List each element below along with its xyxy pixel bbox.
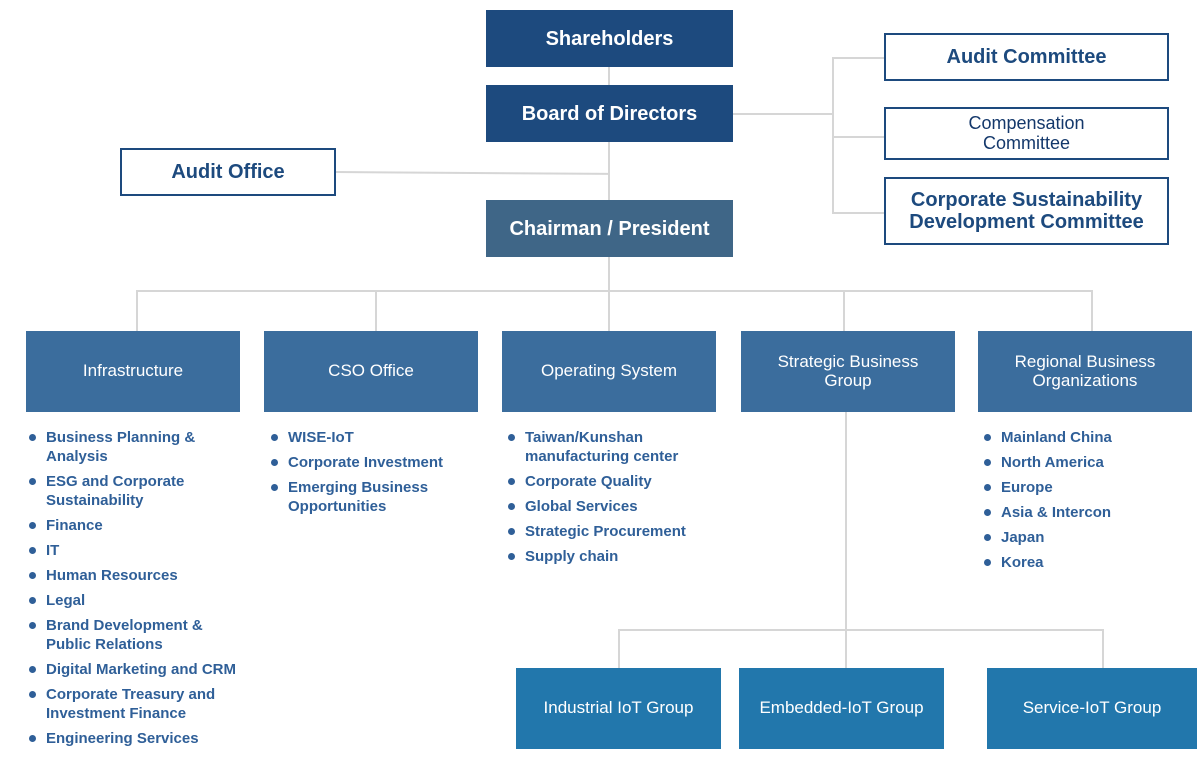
list-item: Korea	[981, 553, 1181, 572]
division-regional-business: Regional Business Organizations	[978, 331, 1192, 412]
connector-group-3	[1102, 629, 1104, 669]
operating-system-list: Taiwan/Kunshan manufacturing center Corp…	[505, 428, 715, 572]
service-iot-group-box: Service-IoT Group	[987, 668, 1197, 749]
list-item: Engineering Services	[26, 729, 240, 748]
division-cso-office: CSO Office	[264, 331, 478, 412]
list-item: Taiwan/Kunshan manufacturing center	[505, 428, 715, 466]
connector-group-2	[845, 629, 847, 669]
list-item: Strategic Procurement	[505, 522, 715, 541]
list-item: Japan	[981, 528, 1181, 547]
list-item: Corporate Quality	[505, 472, 715, 491]
list-item: Mainland China	[981, 428, 1181, 447]
connector-division-2	[375, 290, 377, 332]
connector-division-4	[843, 290, 845, 332]
connector-sbg-groups	[845, 412, 847, 630]
list-item: IT	[26, 541, 240, 560]
connector-group-1	[618, 629, 620, 669]
embedded-iot-group-box: Embedded-IoT Group	[739, 668, 944, 749]
connector-groups-horizontal	[618, 629, 1104, 631]
connector-committee-2	[832, 136, 885, 138]
list-item: ESG and Corporate Sustainability	[26, 472, 240, 510]
list-item: Europe	[981, 478, 1181, 497]
connector-division-1	[136, 290, 138, 332]
regional-business-list: Mainland China North America Europe Asia…	[981, 428, 1181, 578]
list-item: Supply chain	[505, 547, 715, 566]
cso-office-list: WISE-IoT Corporate Investment Emerging B…	[268, 428, 468, 522]
list-item: Asia & Intercon	[981, 503, 1181, 522]
infrastructure-list: Business Planning & Analysis ESG and Cor…	[26, 428, 240, 754]
connector-division-3	[608, 290, 610, 332]
connector-committee-1	[832, 57, 885, 59]
list-item: Corporate Treasury and Investment Financ…	[26, 685, 240, 723]
connector-division-5	[1091, 290, 1093, 332]
audit-office-box: Audit Office	[120, 148, 336, 196]
connector-audit-office	[334, 171, 610, 175]
board-of-directors-box: Board of Directors	[486, 85, 733, 142]
list-item: Brand Development & Public Relations	[26, 616, 240, 654]
connector-committee-3	[832, 212, 885, 214]
industrial-iot-group-box: Industrial IoT Group	[516, 668, 721, 749]
list-item: North America	[981, 453, 1181, 472]
division-infrastructure: Infrastructure	[26, 331, 240, 412]
connector-divisions-horizontal	[136, 290, 1093, 292]
division-operating-system: Operating System	[502, 331, 716, 412]
list-item: WISE-IoT	[268, 428, 468, 447]
list-item: Business Planning & Analysis	[26, 428, 240, 466]
csd-committee-box: Corporate Sustainability Development Com…	[884, 177, 1169, 245]
list-item: Finance	[26, 516, 240, 535]
connector-board-chairman	[608, 141, 610, 201]
connector-board-committees	[732, 113, 833, 115]
connector-shareholders-board	[608, 66, 610, 86]
list-item: Emerging Business Opportunities	[268, 478, 468, 516]
shareholders-box: Shareholders	[486, 10, 733, 67]
compensation-committee-box: Compensation Committee	[884, 107, 1169, 160]
list-item: Corporate Investment	[268, 453, 468, 472]
list-item: Digital Marketing and CRM	[26, 660, 240, 679]
connector-chairman-divisions	[608, 256, 610, 291]
audit-committee-box: Audit Committee	[884, 33, 1169, 81]
chairman-president-box: Chairman / President	[486, 200, 733, 257]
list-item: Legal	[26, 591, 240, 610]
list-item: Global Services	[505, 497, 715, 516]
division-strategic-business-group: Strategic Business Group	[741, 331, 955, 412]
list-item: Human Resources	[26, 566, 240, 585]
